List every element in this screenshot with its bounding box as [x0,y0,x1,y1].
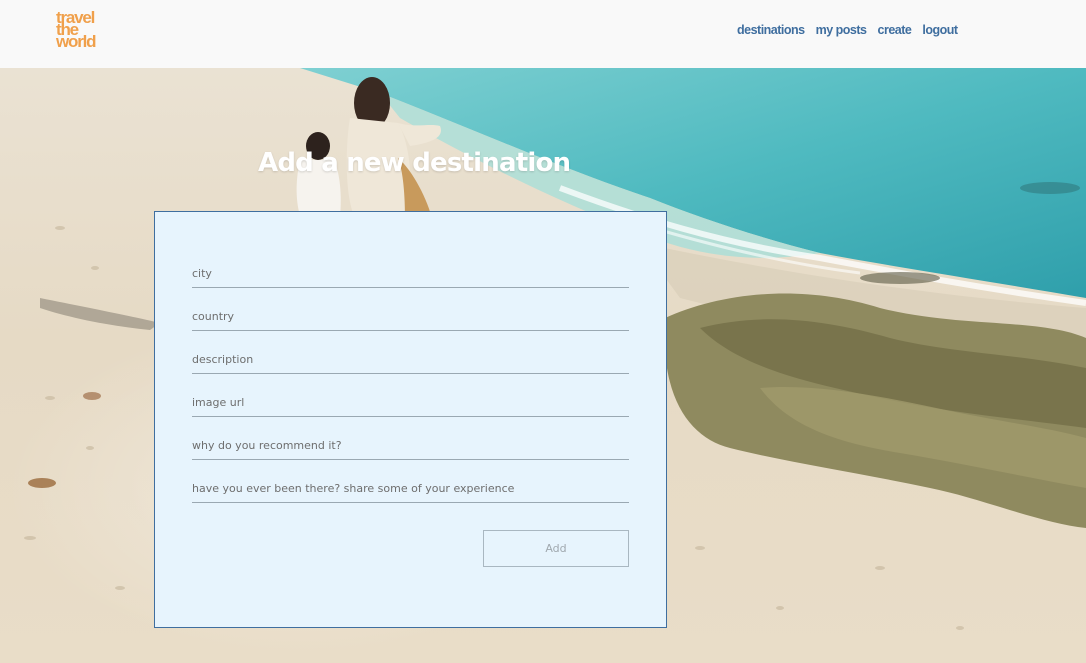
top-navbar: travel the world destinations my posts c… [0,0,1086,68]
recommendation-input[interactable] [192,436,629,454]
image-url-field-row [192,386,629,417]
experience-input[interactable] [192,479,629,497]
nav-link-create[interactable]: create [878,23,912,37]
page: travel the world destinations my posts c… [0,0,1086,663]
logo-line-3: world [56,32,97,51]
main-nav: destinations my posts create logout [737,23,958,37]
nav-link-logout[interactable]: logout [922,23,958,37]
add-button[interactable]: Add [483,530,629,567]
description-field-row [192,343,629,374]
city-input[interactable] [192,264,629,282]
nav-link-my-posts[interactable]: my posts [816,23,867,37]
nav-link-destinations[interactable]: destinations [737,23,805,37]
site-logo[interactable]: travel the world [56,9,97,51]
recommendation-field-row [192,429,629,460]
country-input[interactable] [192,307,629,325]
experience-field-row [192,472,629,503]
add-destination-form: Add [154,211,667,628]
country-field-row [192,300,629,331]
image-url-input[interactable] [192,393,629,411]
description-input[interactable] [192,350,629,368]
city-field-row [192,257,629,288]
page-title: Add a new destination [258,148,571,178]
